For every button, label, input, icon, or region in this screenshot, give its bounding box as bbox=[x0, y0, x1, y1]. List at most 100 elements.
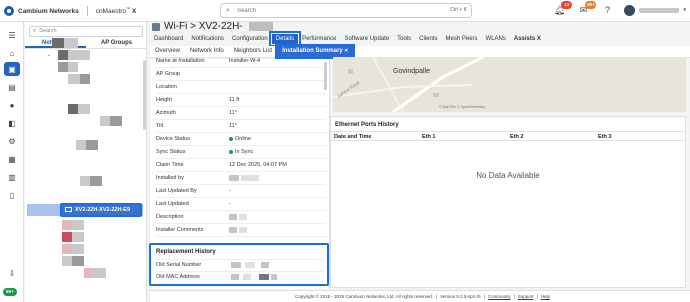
details-scrollbar[interactable] bbox=[324, 62, 327, 90]
column-eth-2[interactable]: Eth 2 bbox=[510, 133, 523, 141]
column-date-and-time[interactable]: Date and Time bbox=[334, 133, 372, 141]
tab-configuration[interactable]: Configuration bbox=[228, 34, 272, 44]
settings-icon[interactable]: ⚙ bbox=[4, 134, 20, 148]
tree-row-redacted[interactable] bbox=[68, 74, 80, 84]
user-menu[interactable]: ▾ bbox=[624, 4, 686, 16]
tree-row-redacted[interactable] bbox=[68, 50, 90, 60]
events-icon[interactable]: ✉︎ 99+ bbox=[576, 1, 597, 17]
location-icon[interactable]: ● bbox=[4, 98, 20, 112]
tree-row-redacted[interactable] bbox=[58, 62, 68, 72]
global-search-input[interactable] bbox=[237, 6, 427, 16]
primary-tabs: Dashboard Notifications Configuration De… bbox=[150, 30, 545, 47]
tab-software-update[interactable]: Software Update bbox=[340, 34, 393, 44]
redacted-value bbox=[259, 274, 269, 280]
events-count-badge: 99+ bbox=[585, 1, 597, 9]
chevron-right-icon[interactable]: › bbox=[41, 40, 43, 46]
location-map[interactable]: Govindpalle Jaihind Road © MapTiler © Op… bbox=[333, 57, 686, 112]
reports-icon[interactable]: ▥ bbox=[4, 170, 20, 184]
tree-row-redacted[interactable] bbox=[72, 256, 84, 266]
tree-row-redacted[interactable] bbox=[72, 232, 84, 242]
tree-row-redacted[interactable] bbox=[72, 244, 84, 254]
map-icon[interactable]: ▤ bbox=[4, 80, 20, 94]
tree-row-redacted[interactable] bbox=[86, 140, 98, 150]
redacted-value bbox=[229, 214, 237, 220]
tree-row-redacted[interactable] bbox=[52, 38, 64, 48]
empty-state-message: No Data Available bbox=[476, 171, 540, 180]
ethernet-ports-history-card: Ethernet Ports History Date and Time Eth… bbox=[330, 116, 686, 288]
column-eth-3[interactable]: Eth 3 bbox=[598, 133, 611, 141]
tree-search-input[interactable]: ⌕ Search bbox=[29, 26, 143, 37]
alerts-bell-icon[interactable]: 🔔︎ 12 bbox=[552, 1, 573, 17]
column-eth-1[interactable]: Eth 1 bbox=[422, 133, 435, 141]
tree-row-redacted[interactable] bbox=[58, 50, 68, 60]
replacement-row-old-mac: Old MAC Address bbox=[156, 271, 324, 282]
tasks-icon[interactable]: ◧ bbox=[4, 116, 20, 130]
detail-row-description: Description bbox=[156, 211, 326, 224]
tree-row-redacted[interactable] bbox=[62, 244, 72, 254]
tab-wlans[interactable]: WLANs bbox=[482, 34, 510, 44]
tree-item-selected-device[interactable]: XV2-22H-XV2-22H-E9 bbox=[60, 203, 142, 217]
redacted-value bbox=[243, 274, 251, 280]
book-icon[interactable]: ▯ bbox=[4, 188, 20, 202]
help-link[interactable]: Help bbox=[541, 294, 550, 299]
tab-assists[interactable]: Assists X bbox=[510, 34, 545, 44]
page-title: Wi-Fi > XV2-22H- bbox=[152, 21, 273, 32]
replacement-history-section: Replacement History Old Serial Number Ol… bbox=[149, 243, 329, 286]
tree-row-redacted[interactable] bbox=[110, 116, 122, 126]
devices-icon[interactable]: ▣ bbox=[4, 62, 20, 76]
redacted-value bbox=[239, 214, 247, 220]
tree-row-redacted[interactable] bbox=[68, 62, 78, 72]
tree-row-redacted[interactable] bbox=[62, 256, 72, 266]
detail-row-device-status: Device Status Online bbox=[156, 133, 326, 146]
tree-row-redacted[interactable] bbox=[76, 140, 86, 150]
search-icon: ⌕ bbox=[226, 7, 230, 14]
home-icon[interactable]: ⌂ bbox=[4, 46, 20, 60]
map-attribution: © MapTiler © OpenStreetMap bbox=[439, 105, 486, 109]
tree-scrollbar[interactable] bbox=[143, 60, 146, 130]
detail-row-sync-status: Sync Status In Sync bbox=[156, 146, 326, 159]
left-nav-rail: ☰ ⌂ ▣ ▤ ● ◧ ⚙ ▦ ▥ ▯ ⇩ 99+ bbox=[0, 22, 24, 302]
chevron-down-icon: ▾ bbox=[683, 7, 686, 13]
tab-mesh-peers[interactable]: Mesh Peers bbox=[442, 34, 482, 44]
tab-details[interactable]: Details bbox=[268, 30, 302, 47]
detail-row-claim-time: Claim Time 12 Dec 2025, 04:07 PM bbox=[156, 159, 326, 172]
redacted-value bbox=[245, 262, 255, 268]
tree-row-redacted[interactable] bbox=[64, 38, 78, 48]
chevron-down-icon[interactable]: ⌄ bbox=[47, 52, 51, 58]
detail-row-last-updated: Last Updated - bbox=[156, 198, 326, 211]
tab-clients[interactable]: Clients bbox=[415, 34, 441, 44]
device-name-redacted bbox=[248, 22, 273, 31]
tab-notifications[interactable]: Notifications bbox=[187, 34, 228, 44]
cambium-logo-icon bbox=[4, 6, 14, 16]
ethernet-table-header: Date and Time Eth 1 Eth 2 Eth 3 bbox=[331, 131, 685, 141]
community-link[interactable]: Community bbox=[488, 294, 511, 299]
tree-row-redacted[interactable] bbox=[100, 116, 110, 126]
tree-row-redacted[interactable] bbox=[62, 232, 72, 242]
tree-row-redacted[interactable] bbox=[68, 104, 78, 114]
brand[interactable]: Cambium Networks cnMaestro™ X bbox=[4, 5, 136, 17]
menu-icon[interactable]: ☰ bbox=[4, 28, 20, 42]
tree-row-redacted[interactable] bbox=[72, 220, 84, 230]
download-icon[interactable]: ⇩ bbox=[4, 266, 20, 280]
tab-tools[interactable]: Tools bbox=[393, 34, 415, 44]
help-icon[interactable]: ? bbox=[600, 3, 614, 17]
map-roads bbox=[333, 57, 484, 112]
tree-row-redacted[interactable] bbox=[94, 268, 106, 278]
tree-row-redacted[interactable] bbox=[84, 268, 94, 278]
tab-performance[interactable]: Performance bbox=[298, 34, 340, 44]
replacement-history-title: Replacement History bbox=[156, 249, 216, 255]
notification-count-badge[interactable]: 99+ bbox=[3, 288, 17, 296]
apps-icon[interactable]: ▦ bbox=[4, 152, 20, 166]
brand-name: Cambium Networks bbox=[18, 7, 79, 15]
tab-dashboard[interactable]: Dashboard bbox=[150, 34, 187, 44]
support-link[interactable]: Support bbox=[518, 294, 534, 299]
global-search[interactable]: ⌕ Ctrl + K bbox=[220, 3, 472, 18]
version-text: Version 5.2.5-sp1-r5 bbox=[440, 294, 481, 299]
tree-row-redacted[interactable] bbox=[62, 220, 72, 230]
tree-row-redacted[interactable] bbox=[80, 176, 90, 186]
tree-row-redacted[interactable] bbox=[90, 176, 102, 186]
status-online-dot bbox=[229, 137, 233, 141]
tab-ap-groups[interactable]: AP Groups bbox=[86, 38, 147, 48]
tree-row-redacted[interactable] bbox=[80, 74, 90, 84]
tree-row-redacted[interactable] bbox=[78, 104, 90, 114]
